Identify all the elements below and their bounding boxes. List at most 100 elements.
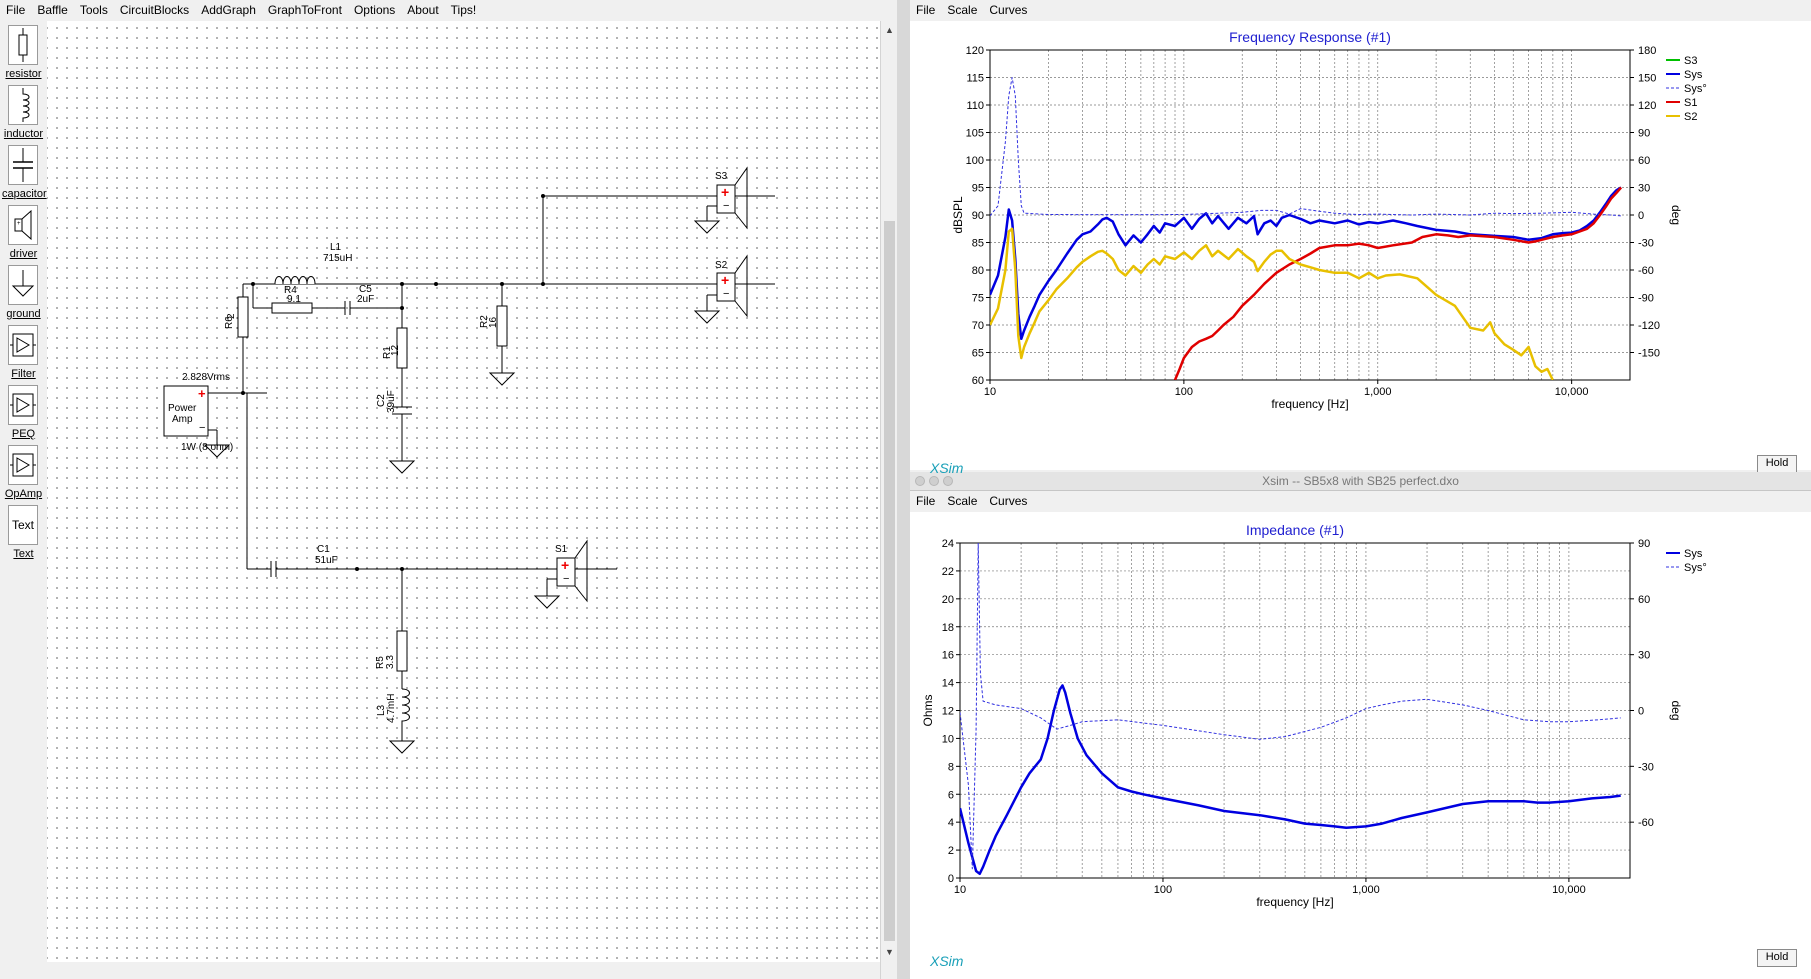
ground-icon: [8, 265, 38, 305]
freq-menu-scale[interactable]: Scale: [941, 0, 983, 21]
menu-tips[interactable]: Tips!: [445, 0, 483, 21]
opamp-icon: [8, 445, 38, 485]
y2-tick-label: 30: [1638, 183, 1650, 195]
x-tick-label: 10: [984, 386, 996, 398]
svg-text:+: +: [17, 221, 21, 227]
freq-menu-curves[interactable]: Curves: [983, 0, 1033, 21]
legend-label: S3: [1684, 55, 1697, 67]
close-icon[interactable]: [915, 476, 925, 486]
y-tick-label: 85: [972, 238, 984, 250]
menu-graphtofront[interactable]: GraphToFront: [262, 0, 348, 21]
y2-tick-label: 0: [1638, 706, 1644, 718]
palette-inductor[interactable]: inductor: [2, 83, 45, 141]
y2-tick-label: -30: [1638, 761, 1654, 773]
imp-menu-curves[interactable]: Curves: [983, 491, 1033, 512]
y-tick-label: 60: [972, 375, 984, 387]
y2-axis-label: deg: [1669, 700, 1683, 720]
y-tick-label: 80: [972, 265, 984, 277]
l1-value: 715uH: [323, 253, 353, 264]
y-tick-label: 8: [948, 761, 954, 773]
scroll-down-icon[interactable]: ▼: [882, 945, 897, 960]
text-icon: Text: [8, 505, 38, 545]
menu-options[interactable]: Options: [348, 0, 401, 21]
y-tick-label: 75: [972, 293, 984, 305]
y-tick-label: 12: [942, 706, 954, 718]
series-line-sys: [960, 684, 1621, 876]
y-axis-label: Ohms: [921, 694, 935, 726]
palette-ground[interactable]: ground: [2, 263, 45, 321]
y-tick-label: 100: [966, 155, 984, 167]
y2-tick-label: 120: [1638, 100, 1656, 112]
x-tick-label: 10: [954, 884, 966, 896]
peq-icon: [8, 385, 38, 425]
legend-label: Sys°: [1684, 562, 1707, 574]
y2-tick-label: 60: [1638, 155, 1650, 167]
s3-label: S3: [715, 171, 728, 182]
imp-hold-button[interactable]: Hold: [1757, 949, 1797, 967]
schematic-canvas[interactable]: L1 715uH R4 9.1 C5 2uF R6 2 R1 12 C2 39u…: [47, 21, 880, 979]
schematic-menubar: File Baffle Tools CircuitBlocks AddGraph…: [0, 0, 900, 22]
scroll-thumb[interactable]: [884, 221, 895, 941]
y2-axis-label: deg: [1669, 205, 1683, 225]
menu-file[interactable]: File: [0, 0, 31, 21]
palette-label: ground: [6, 308, 41, 320]
minimize-icon[interactable]: [929, 476, 939, 486]
palette-label: OpAmp: [4, 488, 43, 500]
series-line-sys: [990, 77, 1622, 217]
menu-baffle[interactable]: Baffle: [31, 0, 73, 21]
menu-about[interactable]: About: [401, 0, 444, 21]
scroll-up-icon[interactable]: ▲: [882, 23, 897, 38]
schematic-horizontal-scrollbar[interactable]: [47, 962, 880, 979]
window-gap: [897, 0, 910, 979]
y2-tick-label: 0: [1638, 210, 1644, 222]
y-tick-label: 70: [972, 320, 984, 332]
component-palette: resistor inductor capacitor + driver gro…: [0, 21, 48, 979]
y2-tick-label: 60: [1638, 594, 1650, 606]
r5-value: 3.3: [385, 655, 396, 669]
imp-menu-file[interactable]: File: [910, 491, 941, 512]
palette-peq[interactable]: PEQ: [2, 383, 45, 441]
palette-resistor[interactable]: resistor: [2, 23, 45, 81]
s3-plus: +: [721, 184, 730, 200]
s3-minus: −: [723, 200, 730, 212]
palette-label: resistor: [5, 68, 42, 80]
y-tick-label: 6: [948, 789, 954, 801]
s2-label: S2: [715, 260, 728, 271]
legend-label: S1: [1684, 97, 1697, 109]
y2-tick-label: 150: [1638, 73, 1656, 85]
y-tick-label: 65: [972, 348, 984, 360]
schematic-vertical-scrollbar[interactable]: ▲ ▼: [880, 21, 898, 979]
menu-addgraph[interactable]: AddGraph: [195, 0, 262, 21]
y-tick-label: 105: [966, 128, 984, 140]
palette-text[interactable]: Text Text: [2, 503, 45, 561]
palette-capacitor[interactable]: capacitor: [2, 143, 47, 201]
zoom-icon[interactable]: [943, 476, 953, 486]
r6-value: 2: [226, 313, 237, 319]
frequency-response-window: File Scale Curves 60 65 70 75 80 85 90 95 100 105…: [910, 0, 1811, 473]
c1-name: C1: [317, 544, 330, 555]
menu-tools[interactable]: Tools: [74, 0, 114, 21]
impedance-window-title: Xsim -- SB5x8 with SB25 perfect.dxo: [1262, 474, 1459, 488]
menu-circuitblocks[interactable]: CircuitBlocks: [114, 0, 195, 21]
y-tick-label: 20: [942, 594, 954, 606]
imp-menu-scale[interactable]: Scale: [941, 491, 983, 512]
palette-filter[interactable]: Filter: [2, 323, 45, 381]
amp-minus-terminal: −: [199, 422, 206, 434]
freq-hold-button[interactable]: Hold: [1757, 455, 1797, 473]
impedance-chart: 024681012141618202224-60-30030609010 100 1…: [921, 522, 1707, 909]
r2-value: 16: [488, 316, 499, 328]
legend-label: Sys: [1684, 548, 1703, 560]
x-axis-label: frequency [Hz]: [1256, 895, 1333, 909]
palette-driver[interactable]: + driver: [2, 203, 45, 261]
y-axis-label: dBSPL: [951, 196, 965, 234]
s2-minus: −: [723, 288, 730, 300]
capacitor-icon: [8, 145, 38, 185]
freq-menu-file[interactable]: File: [910, 0, 941, 21]
palette-label: Filter: [11, 368, 36, 380]
text-icon-glyph: Text: [11, 518, 34, 532]
s1-minus: −: [563, 573, 570, 585]
y2-tick-label: 90: [1638, 538, 1650, 550]
palette-opamp[interactable]: OpAmp: [2, 443, 45, 501]
y2-tick-label: 30: [1638, 650, 1650, 662]
y2-tick-label: 90: [1638, 128, 1650, 140]
